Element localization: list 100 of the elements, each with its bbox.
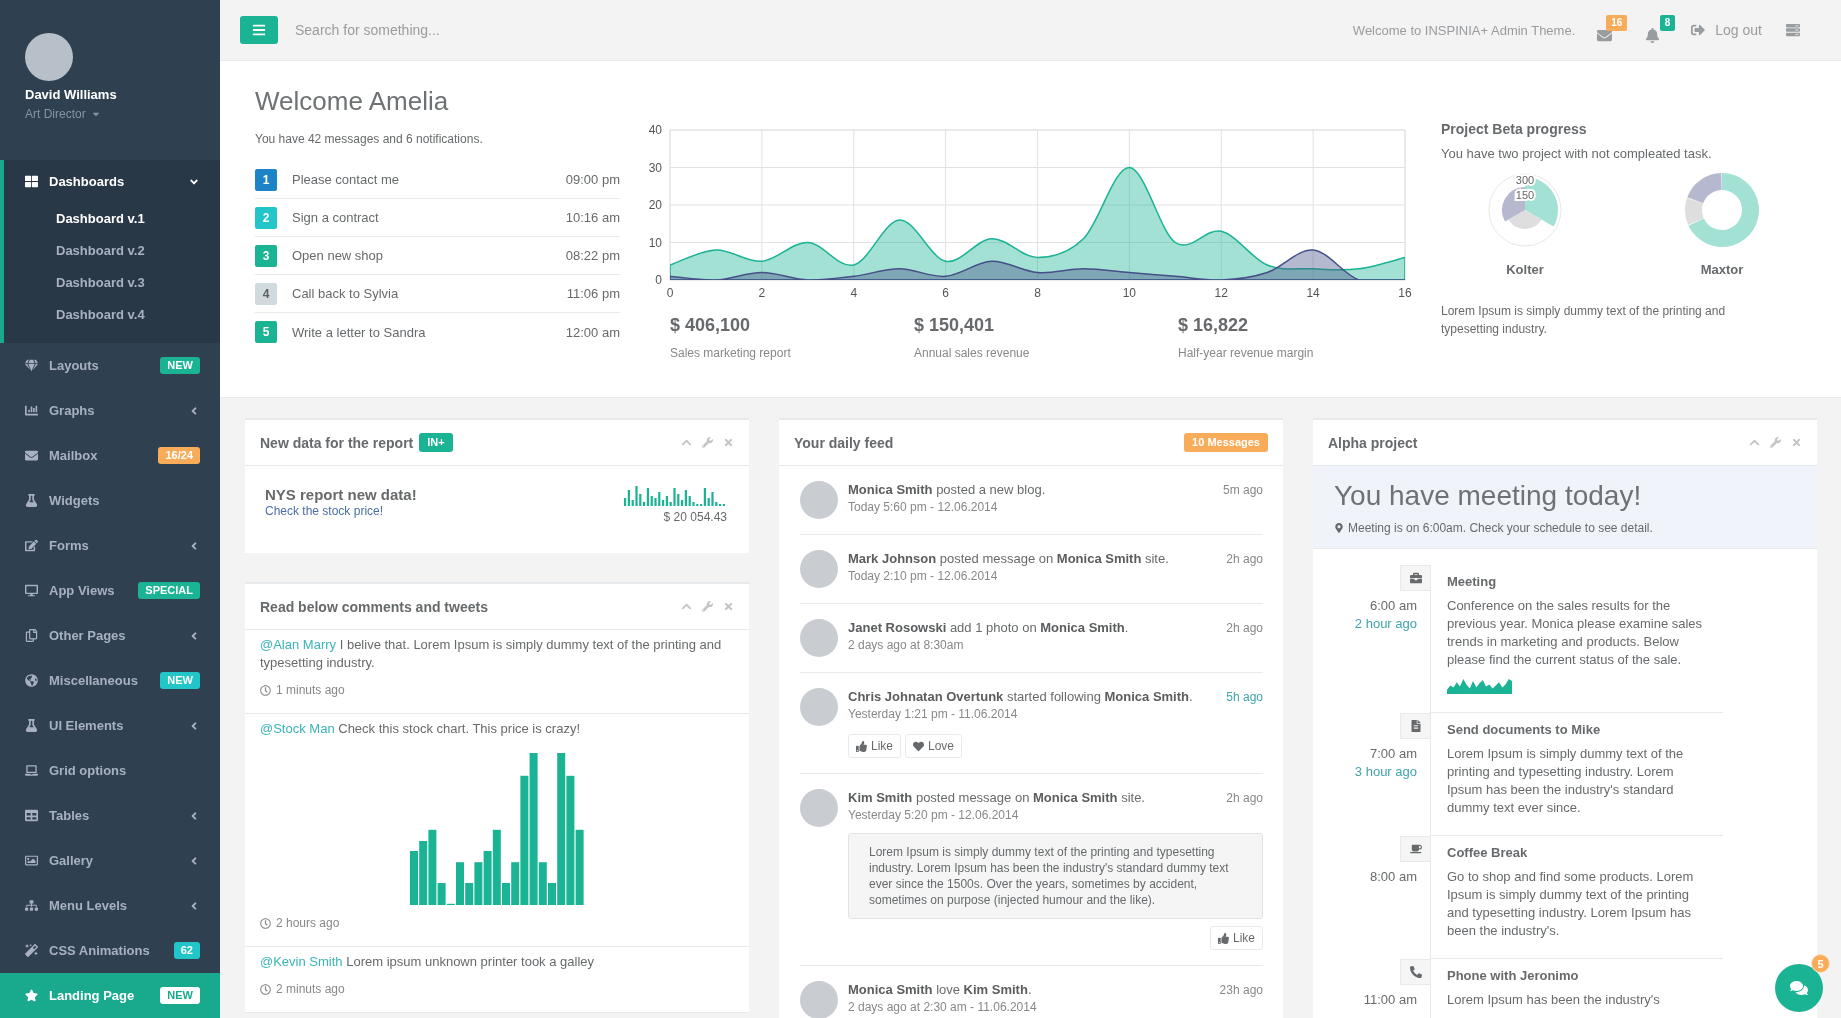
thumbs-up-icon	[1218, 932, 1229, 944]
task-label: Open new shop	[292, 248, 384, 263]
avatar-placeholder	[800, 619, 838, 657]
feed-text: Mark Johnson posted message on Monica Smith site.	[848, 550, 1170, 568]
map-marker-icon	[1334, 523, 1344, 533]
menu-item[interactable]: Landing Page NEW	[0, 973, 220, 1018]
table-icon	[25, 809, 38, 822]
menu-item[interactable]: Miscellaneous NEW	[0, 658, 220, 703]
welcome-message: Welcome to INSPINIA+ Admin Theme.	[1352, 22, 1576, 38]
task-time: 08:22 pm	[565, 248, 620, 263]
alerts-button[interactable]: 8	[1643, 15, 1676, 45]
project-subtitle: You have two project with not compleated task.	[1441, 146, 1713, 162]
menu-item[interactable]: Other Pages	[0, 613, 220, 658]
timeline-text: Conference on the sales results for the previous year. Monica please examine sales trends in marketing and products. Below please find the current status of the sale.	[1447, 597, 1704, 669]
settings-button[interactable]	[702, 601, 713, 612]
menu-item[interactable]: Tables	[0, 793, 220, 838]
submenu-item[interactable]: Dashboard v.1	[4, 203, 220, 235]
menu-item[interactable]: Gallery	[0, 838, 220, 883]
envelope-icon	[1597, 28, 1613, 43]
collapse-button[interactable]	[1749, 437, 1760, 448]
menu-item[interactable]: Widgets	[0, 478, 220, 523]
close-button[interactable]	[723, 601, 734, 612]
close-icon	[1791, 437, 1802, 448]
stat-label: Annual sales revenue	[914, 345, 1031, 361]
axis-tick-label: 4	[850, 286, 858, 300]
clock-icon	[260, 917, 271, 929]
project-title: Project Beta progress	[1441, 120, 1588, 138]
logout-link[interactable]: Log out	[1691, 22, 1762, 38]
globe-icon	[25, 674, 38, 687]
wrench-icon	[702, 601, 713, 612]
submenu-item[interactable]: Dashboard v.3	[4, 267, 220, 299]
like-button[interactable]: Like	[1210, 926, 1263, 950]
comment-time: 1 minuts ago	[276, 682, 345, 698]
submenu-item[interactable]: Dashboard v.4	[4, 299, 220, 331]
menu-toggle-button[interactable]	[240, 16, 278, 44]
mention-link[interactable]: @Kevin Smith	[260, 954, 343, 969]
panel-badge: IN+	[419, 433, 453, 452]
task-number: 1	[255, 168, 277, 191]
menu-item[interactable]: Dashboards	[4, 160, 220, 203]
welcome-title: Welcome Amelia	[255, 85, 450, 117]
menu-item[interactable]: CSS Animations 62	[0, 928, 220, 973]
menu-item[interactable]: Grid options	[0, 748, 220, 793]
timeline-title: Phone with Jeronimo	[1447, 967, 1580, 985]
quoted-message: Lorem Ipsum is simply dummy text of the printing and typesetting industry. Lorem Ipsum has been the industry's standard dummy text ever since the 1500s. Over the years, sometimes by accident, sometimes on purpose (injected humour and the like).	[848, 833, 1263, 919]
thumbs-up-icon	[856, 740, 867, 752]
close-icon	[723, 601, 734, 612]
diamond-icon	[25, 359, 38, 372]
love-button[interactable]: Love	[905, 734, 963, 758]
edit-icon	[25, 539, 38, 552]
menu-item[interactable]: Layouts NEW	[0, 343, 220, 388]
avatar-placeholder	[25, 33, 73, 81]
settings-button[interactable]	[1770, 437, 1781, 448]
menu-item[interactable]: App Views SPECIAL	[0, 568, 220, 613]
submenu-item[interactable]: Dashboard v.2	[4, 235, 220, 267]
stock-price-link[interactable]: Check the stock price!	[265, 504, 417, 519]
stacked-bars-icon	[1786, 23, 1800, 37]
bar	[418, 841, 427, 905]
collapse-button[interactable]	[681, 601, 692, 612]
monitor-icon	[25, 584, 38, 597]
like-button[interactable]: Like	[848, 734, 901, 758]
task-label: Write a letter to Sandra	[292, 324, 426, 340]
feed-text: Monica Smith posted a new blog.	[848, 481, 1047, 499]
menu-item[interactable]: Graphs	[0, 388, 220, 433]
menu-badge: NEW	[160, 987, 200, 1004]
role-dropdown[interactable]: Art Director	[25, 106, 101, 122]
menu-item[interactable]: UI Elements	[0, 703, 220, 748]
settings-button[interactable]	[702, 437, 713, 448]
sitemap-icon	[25, 899, 38, 912]
panel-toggle-button[interactable]	[1786, 23, 1800, 37]
chat-bubbles-icon	[1790, 979, 1808, 997]
envelope-icon	[25, 449, 38, 462]
laptop-icon	[25, 764, 38, 777]
menu-item[interactable]: Mailbox 16/24	[0, 433, 220, 478]
mention-link[interactable]: @Stock Man	[260, 721, 335, 736]
menu-item[interactable]: Menu Levels	[0, 883, 220, 928]
avatar-placeholder	[800, 789, 838, 827]
sign-out-icon	[1691, 23, 1706, 37]
timeline-title: Coffee Break	[1447, 844, 1529, 862]
timeline-title: Meeting	[1447, 573, 1498, 591]
axis-tick-label: 0	[666, 286, 674, 300]
comment-text: @Alan Marry I belive that. Lorem Ipsum is simply dummy text of the printing and typesetting industry.	[260, 636, 723, 672]
feed-date: Yesterday 5:20 pm - 12.06.2014	[848, 807, 1020, 823]
welcome-subtitle: You have 42 messages and 6 notifications.	[255, 131, 484, 147]
profile-name: David Williams	[25, 87, 117, 103]
panel-title: Read below comments and tweets	[260, 598, 488, 615]
avatar-placeholder	[800, 550, 838, 588]
task-time: 11:06 pm	[566, 286, 620, 301]
comment-text: @Stock Man Check this stock chart. This price is crazy!	[260, 720, 582, 738]
report-headline: NYS report new data!	[265, 486, 417, 504]
stat-value: $ 150,401	[914, 314, 996, 337]
close-button[interactable]	[1791, 437, 1802, 448]
mention-link[interactable]: @Alan Marry	[260, 637, 337, 652]
avatar-placeholder	[800, 981, 838, 1018]
search-field[interactable]: Search for something...	[293, 16, 613, 44]
close-button[interactable]	[723, 437, 734, 448]
axis-tick-label: 8	[1034, 286, 1041, 300]
collapse-button[interactable]	[681, 437, 692, 448]
timeline-title: Send documents to Mike	[1447, 721, 1602, 739]
chart-label: Kolter	[1506, 262, 1544, 278]
menu-item[interactable]: Forms	[0, 523, 220, 568]
